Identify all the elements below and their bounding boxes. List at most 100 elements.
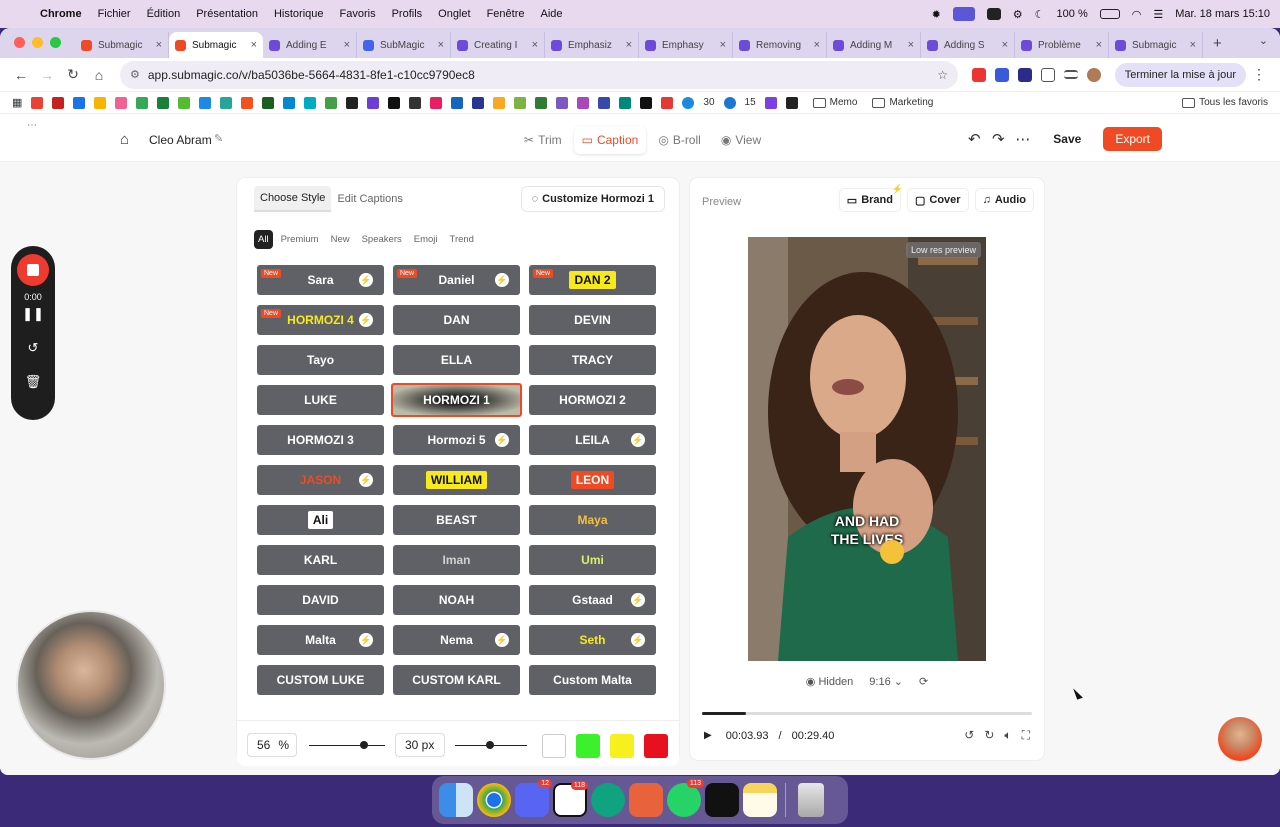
bookmark-icon[interactable] [682, 96, 695, 109]
bookmark-icon[interactable] [493, 96, 506, 109]
style-option[interactable]: HORMOZI 2 [529, 385, 656, 415]
bookmark-icon[interactable] [94, 96, 107, 109]
style-option[interactable]: Ali [257, 505, 384, 535]
close-tab-icon[interactable]: × [1002, 39, 1008, 51]
restart-icon[interactable]: ↺ [11, 340, 55, 356]
support-chat-avatar[interactable] [1218, 717, 1262, 761]
style-option[interactable]: Seth ⚡ [529, 625, 656, 655]
bookmark-icon[interactable] [472, 96, 485, 109]
url-text[interactable]: app.submagic.co/v/ba5036be-5664-4831-8fe… [148, 68, 475, 82]
amazon-icon[interactable] [640, 96, 653, 109]
menu-edition[interactable]: Édition [147, 8, 181, 20]
bookmark-icon[interactable] [514, 96, 527, 109]
stroke-slider-handle[interactable] [485, 741, 494, 749]
home-button[interactable]: ⌂ [86, 67, 112, 83]
menu-fenetre[interactable]: Fenêtre [487, 8, 525, 20]
bookmark-count-label[interactable]: 15 [745, 97, 756, 108]
bookmark-icon[interactable] [451, 96, 464, 109]
tab-trim[interactable]: ✂ Trim [516, 126, 570, 154]
bookmark-icon[interactable] [220, 96, 233, 109]
style-option[interactable]: NOAH [393, 585, 520, 615]
bookmark-icon[interactable] [535, 96, 548, 109]
style-option[interactable]: Gstaad ⚡ [529, 585, 656, 615]
tab-search-icon[interactable]: ⌄ [1259, 34, 1268, 47]
style-option[interactable]: LUKE [257, 385, 384, 415]
filter-speakers[interactable]: Speakers [358, 230, 406, 249]
home-icon[interactable]: ⌂ [120, 131, 129, 148]
browser-tab[interactable]: Problème × [1015, 32, 1109, 58]
gmail-icon[interactable] [31, 96, 44, 109]
bookmark-icon[interactable] [283, 96, 296, 109]
tab-caption[interactable]: ▭ Caption [573, 126, 647, 154]
bookmark-icon[interactable] [304, 96, 317, 109]
browser-tab[interactable]: Emphasiz × [545, 32, 639, 58]
site-info-icon[interactable]: ⚙ [130, 68, 140, 81]
brand-button[interactable]: ▭ Brand ⚡ [838, 184, 903, 212]
gear-icon[interactable]: ⚙ [1013, 8, 1023, 21]
browser-tab[interactable]: Adding E × [263, 32, 357, 58]
style-option[interactable]: New Daniel ⚡ [393, 265, 520, 295]
filter-all[interactable]: All [254, 230, 273, 249]
control-center-icon[interactable]: ☰ [1153, 8, 1163, 21]
project-title[interactable]: Cleo Abram [149, 133, 212, 147]
drive-icon[interactable] [157, 96, 170, 109]
close-tab-icon[interactable]: × [908, 39, 914, 51]
gmail-icon[interactable] [52, 96, 65, 109]
claude-icon[interactable] [629, 783, 663, 817]
forward-button[interactable]: → [34, 67, 60, 83]
capcut-icon[interactable] [705, 783, 739, 817]
bookmark-icon[interactable] [661, 96, 674, 109]
style-option[interactable]: New DAN 2 [529, 265, 656, 295]
hidden-toggle[interactable]: ◉ Hidden [806, 675, 854, 688]
close-tab-icon[interactable]: × [532, 39, 538, 51]
back-button[interactable]: ← [8, 67, 34, 83]
menu-fichier[interactable]: Fichier [98, 8, 131, 20]
bookmark-icon[interactable] [598, 96, 611, 109]
all-bookmarks[interactable]: Tous les favoris [1182, 97, 1268, 108]
style-option[interactable]: ELLA [393, 345, 520, 375]
bookmark-icon[interactable] [367, 96, 380, 109]
bookmark-icon[interactable] [199, 96, 212, 109]
screen-mirror-icon[interactable] [952, 7, 975, 21]
size-slider[interactable] [309, 741, 385, 749]
close-window-button[interactable] [14, 37, 25, 48]
style-option[interactable]: Custom Malta [529, 665, 656, 695]
wifi-icon[interactable]: ◠ [1132, 8, 1142, 21]
close-tab-icon[interactable]: × [626, 39, 632, 51]
calendar-icon[interactable] [73, 96, 86, 109]
style-option[interactable]: Iman [393, 545, 520, 575]
close-tab-icon[interactable]: × [1096, 39, 1102, 51]
more-icon[interactable]: ⋯ [1015, 130, 1030, 148]
whatsapp-icon[interactable]: 113 [667, 779, 704, 817]
update-button[interactable]: Terminer la mise à jour [1114, 62, 1246, 87]
bookmark-icon[interactable] [723, 96, 736, 109]
style-option[interactable]: TRACY [529, 345, 656, 375]
refresh-icon[interactable]: ⟳ [919, 675, 928, 688]
menu-favoris[interactable]: Favoris [340, 8, 376, 20]
rewind-icon[interactable]: ↺ [964, 728, 974, 743]
stop-recording-button[interactable] [17, 254, 49, 286]
video-preview[interactable]: Low res preview AND HAD THE LIVES [748, 237, 986, 661]
bookmark-star-icon[interactable]: ☆ [937, 68, 948, 82]
pencil-icon[interactable]: ✎ [214, 132, 223, 145]
style-option[interactable]: DEVIN [529, 305, 656, 335]
trash-icon[interactable] [798, 783, 824, 817]
style-option[interactable]: DAN [393, 305, 520, 335]
bookmark-icon[interactable] [619, 96, 632, 109]
style-option[interactable]: New Sara ⚡ [257, 265, 384, 295]
style-option[interactable]: WILLIAM [393, 465, 520, 495]
menu-historique[interactable]: Historique [274, 8, 324, 20]
webcam-bubble[interactable] [16, 610, 166, 760]
browser-tab[interactable]: Submagic × [75, 32, 169, 58]
undo-icon[interactable]: ↶ [967, 130, 981, 148]
filter-new[interactable]: New [327, 230, 354, 249]
bookmark-icon[interactable] [785, 96, 798, 109]
stroke-slider[interactable] [455, 741, 527, 749]
bookmark-folder-memo[interactable]: Memo [812, 97, 857, 108]
save-button[interactable]: Save [1053, 132, 1081, 146]
fullscreen-icon[interactable]: ⛶ [1022, 728, 1030, 743]
chatgpt-icon[interactable] [591, 783, 625, 817]
battery-label[interactable]: 100 % [1057, 8, 1088, 20]
color-swatch-green[interactable] [576, 734, 600, 758]
battery-icon[interactable] [1099, 9, 1120, 19]
